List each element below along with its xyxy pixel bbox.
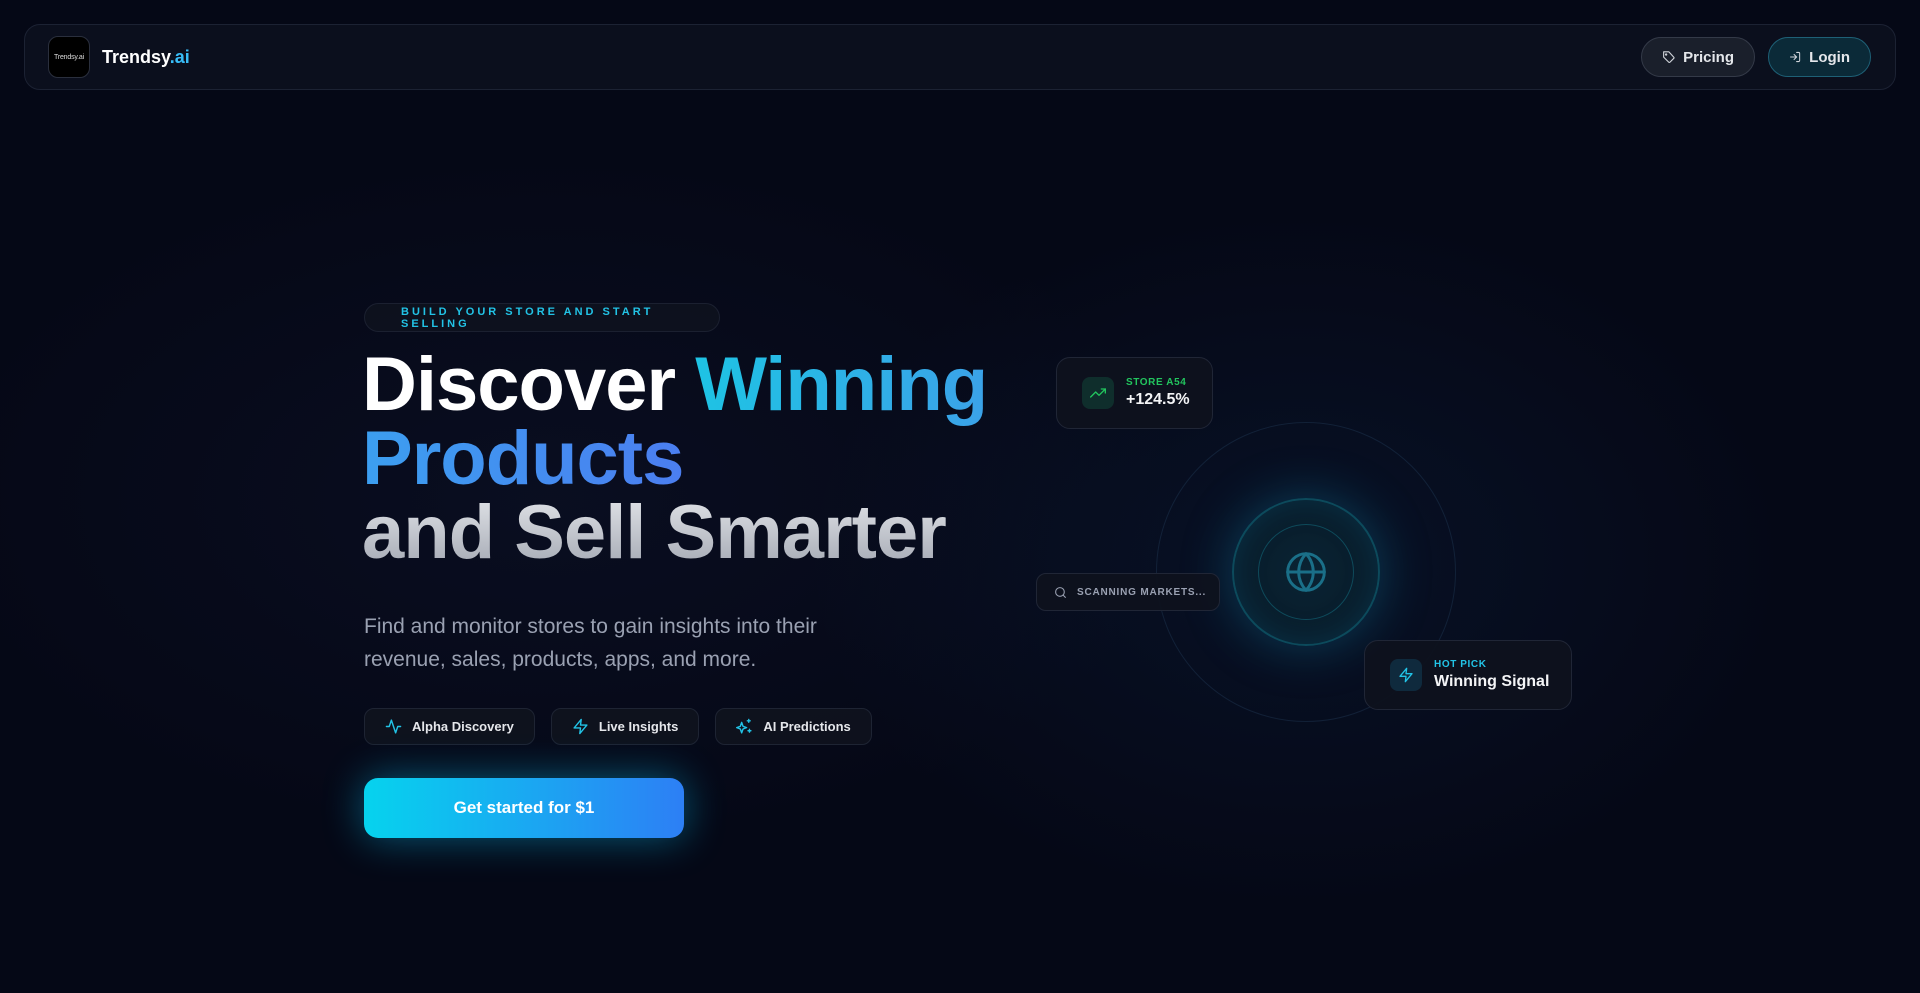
hero-headline: Discover Winning Products and Sell Smart… [362,347,1062,571]
trending-up-icon [1090,388,1106,398]
hot-pick-label: HOT PICK [1434,659,1487,670]
feature-pills: Alpha Discovery Live Insights AI Predict… [364,708,872,745]
feature-live-insights: Live Insights [550,708,700,745]
logo-text: Trendsy.ai [54,53,84,61]
store-card-icon-box [1082,377,1114,409]
hot-pick-value: Winning Signal [1434,673,1550,690]
globe-icon [1286,552,1326,592]
pricing-label: Pricing [1683,48,1734,66]
navbar: Trendsy.ai Trendsy.ai Pricing Login [24,24,1896,90]
headline-discover: Discover [362,342,696,427]
hot-pick-card: HOT PICK Winning Signal [1364,640,1572,710]
feature-ai-predictions: AI Predictions [715,708,872,745]
hot-pick-text: HOT PICK Winning Signal [1434,659,1549,691]
store-card: STORE A54 +124.5% [1056,357,1213,429]
hero-subtitle: Find and monitor stores to gain insights… [364,615,817,671]
tag-icon [1663,51,1675,64]
store-card-text: STORE A54 +124.5% [1126,377,1190,409]
brand-name-main: Trendsy [102,46,170,67]
zap-icon [573,718,588,735]
headline-winning: Winning [695,342,988,427]
brand-name-accent: .ai [169,46,190,67]
store-card-label: STORE A54 [1126,377,1187,388]
eyebrow-badge: BUILD YOUR STORE AND START SELLING [364,303,720,332]
sparkles-icon [736,718,752,734]
login-icon [1790,51,1801,63]
feature-label: Live Insights [598,719,679,734]
get-started-button[interactable]: Get started for $1 [364,778,684,838]
logo: Trendsy.ai [48,36,90,78]
hot-pick-icon-box [1390,659,1422,691]
brand-name: Trendsy.ai [102,47,190,68]
store-card-value: +124.5% [1126,391,1190,408]
activity-icon [385,719,402,734]
search-icon [1055,586,1066,598]
scanning-text: SCANNING MARKETS... [1077,586,1207,598]
headline-products: Products [362,416,684,501]
feature-label: AI Predictions [763,719,851,734]
headline-sell-smarter: and Sell Smarter [362,490,947,575]
nav-actions: Pricing Login [1641,37,1871,77]
zap-icon [1399,667,1413,683]
login-label: Login [1809,48,1850,66]
scanning-pill: SCANNING MARKETS... [1036,573,1220,611]
feature-label: Alpha Discovery [412,719,514,734]
brand[interactable]: Trendsy.ai Trendsy.ai [48,36,190,78]
login-button[interactable]: Login [1768,37,1871,77]
pricing-button[interactable]: Pricing [1641,37,1755,77]
feature-alpha-discovery: Alpha Discovery [364,708,535,745]
eyebrow-text: BUILD YOUR STORE AND START SELLING [401,305,654,330]
